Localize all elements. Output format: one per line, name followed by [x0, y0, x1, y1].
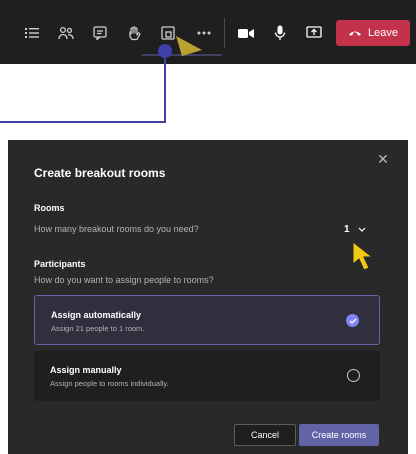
- toolbar-divider: [224, 18, 225, 48]
- participants-question: How do you want to assign people to room…: [34, 275, 214, 285]
- phone-hangup-icon: [348, 27, 362, 39]
- dialog-title: Create breakout rooms: [34, 166, 166, 180]
- leave-label: Leave: [368, 27, 398, 39]
- option-title: Assign automatically: [51, 310, 142, 320]
- cancel-button[interactable]: Cancel: [234, 424, 296, 446]
- close-icon[interactable]: ✕: [376, 152, 390, 166]
- list-icon[interactable]: [20, 22, 44, 44]
- radio-unchecked-icon[interactable]: [347, 369, 360, 382]
- breakout-rooms-dialog: ✕ Create breakout rooms Rooms How many b…: [8, 140, 408, 454]
- rooms-label: Rooms: [34, 203, 65, 213]
- people-icon[interactable]: [54, 22, 78, 44]
- option-subtitle: Assign 21 people to 1 room.: [51, 324, 145, 333]
- rooms-count-value: 1: [344, 223, 350, 235]
- participants-label: Participants: [34, 259, 86, 269]
- pointer-arrow-icon: [174, 34, 204, 63]
- connector-line-horizontal: [0, 121, 166, 123]
- connector-line: [164, 50, 166, 123]
- radio-checked-icon[interactable]: [346, 314, 359, 327]
- option-title: Assign manually: [50, 365, 122, 375]
- assign-manually-option[interactable]: Assign manually Assign people to rooms i…: [34, 351, 380, 401]
- create-rooms-button[interactable]: Create rooms: [299, 424, 379, 446]
- rooms-question: How many breakout rooms do you need?: [34, 224, 199, 234]
- mic-icon[interactable]: [268, 22, 292, 44]
- mouse-cursor-icon: [350, 240, 380, 277]
- chat-icon[interactable]: [88, 22, 112, 44]
- share-screen-icon[interactable]: [302, 22, 326, 44]
- camera-icon[interactable]: [234, 22, 258, 44]
- raise-hand-icon[interactable]: [122, 22, 146, 44]
- option-subtitle: Assign people to rooms individually.: [50, 379, 169, 388]
- leave-button[interactable]: Leave: [336, 20, 410, 46]
- assign-automatically-option[interactable]: Assign automatically Assign 21 people to…: [34, 295, 380, 345]
- chevron-down-icon: [358, 224, 366, 235]
- connector-dot: [158, 44, 172, 58]
- rooms-count-dropdown[interactable]: 1: [344, 220, 384, 238]
- meeting-toolbar: Leave: [0, 0, 416, 64]
